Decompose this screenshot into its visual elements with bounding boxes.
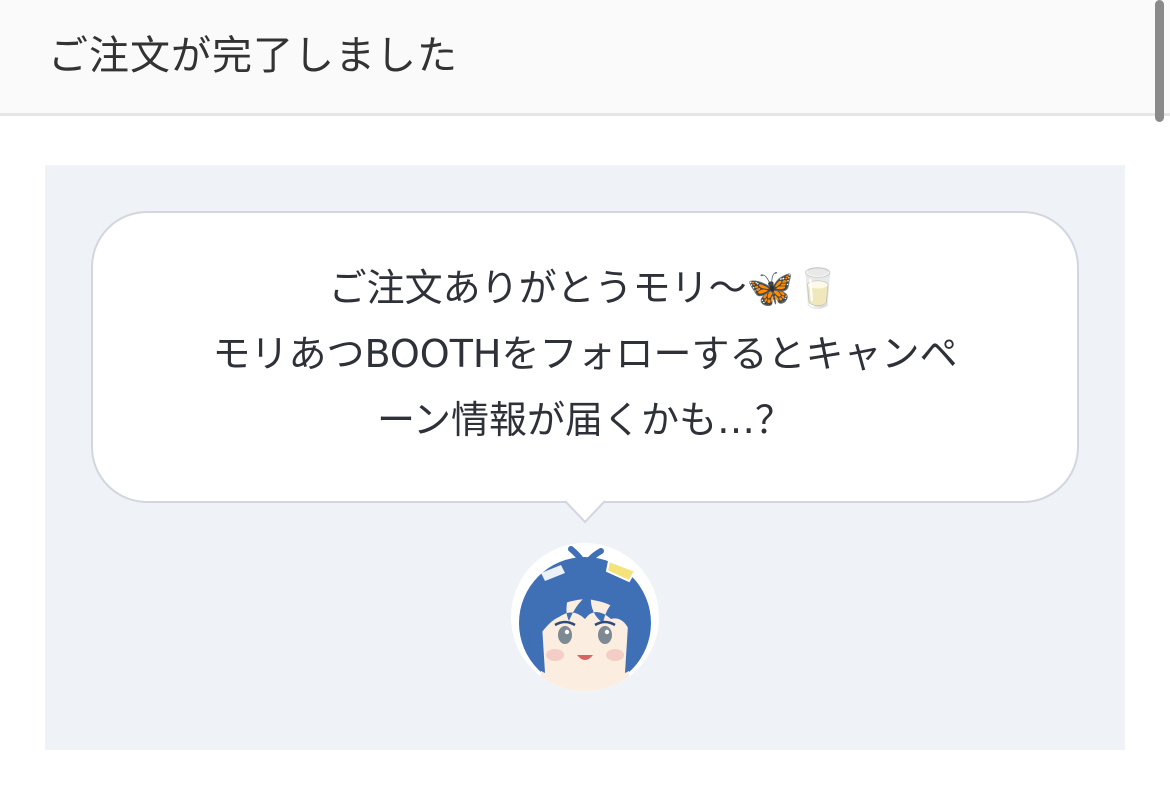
speech-bubble: ご注文ありがとうモリ〜🦋🥛 モリあつBOOTHをフォローするとキャンペ ーン情報… — [91, 211, 1079, 503]
message-line-2: モリあつBOOTHをフォローするとキャンペ — [212, 332, 958, 376]
page-title: ご注文が完了しました — [48, 33, 458, 79]
mascot-message-panel: ご注文ありがとうモリ〜🦋🥛 モリあつBOOTHをフォローするとキャンペ ーン情報… — [45, 165, 1125, 750]
speech-bubble-text: ご注文ありがとうモリ〜🦋🥛 モリあつBOOTHをフォローするとキャンペ ーン情報… — [113, 255, 1057, 453]
speech-bubble-tail — [564, 500, 606, 524]
message-line-1: ご注文ありがとうモリ〜🦋🥛 — [328, 266, 842, 310]
mascot-avatar-icon — [511, 543, 659, 691]
message-line-3: ーン情報が届くかも…？ — [376, 398, 794, 442]
scrollbar[interactable] — [1155, 0, 1164, 122]
page-header: ご注文が完了しました — [0, 0, 1170, 116]
